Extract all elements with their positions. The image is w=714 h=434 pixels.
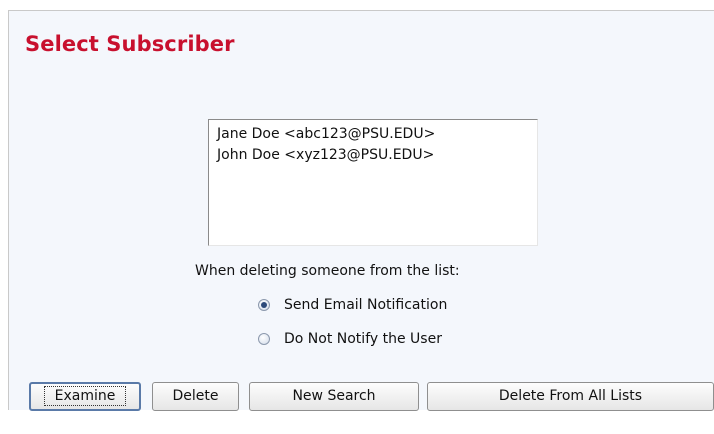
do-not-notify-label: Do Not Notify the User (284, 331, 442, 347)
subscriber-option[interactable]: John Doe <xyz123@PSU.EDU> (217, 145, 537, 166)
send-email-notification-option[interactable]: Send Email Notification (258, 297, 447, 313)
delete-button[interactable]: Delete (152, 382, 239, 411)
subscriber-panel: Select Subscriber Jane Doe <abc123@PSU.E… (8, 10, 714, 410)
do-not-notify-radio[interactable] (258, 333, 270, 345)
delete-from-all-lists-button[interactable]: Delete From All Lists (427, 382, 714, 411)
deletion-prompt: When deleting someone from the list: (195, 263, 460, 279)
page-title: Select Subscriber (25, 32, 235, 56)
subscriber-option[interactable]: Jane Doe <abc123@PSU.EDU> (217, 124, 537, 145)
examine-button[interactable]: Examine (29, 382, 141, 411)
subscriber-listbox[interactable]: Jane Doe <abc123@PSU.EDU> John Doe <xyz1… (208, 119, 538, 246)
do-not-notify-option[interactable]: Do Not Notify the User (258, 331, 442, 347)
send-email-notification-label: Send Email Notification (284, 297, 448, 313)
examine-button-label: Examine (43, 386, 127, 406)
new-search-button[interactable]: New Search (249, 382, 419, 411)
send-email-notification-radio[interactable] (258, 299, 270, 311)
